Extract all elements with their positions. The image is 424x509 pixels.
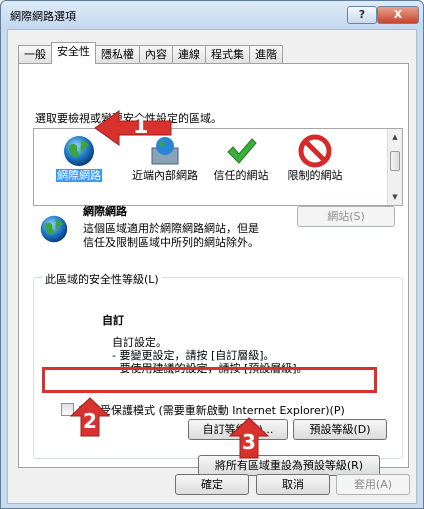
tab-security[interactable]: 安全性 — [51, 42, 96, 64]
sites-button[interactable]: 網站(S) — [297, 206, 395, 227]
annotation-number-3: 3 — [242, 430, 256, 454]
annotation-arrow-2: 2 — [70, 397, 110, 437]
protected-mode-label[interactable]: 啟用受保護模式 (需要重新啟動 Internet Explorer)(P) — [78, 402, 345, 418]
title-bar: 網際網路選項 ? X — [1, 1, 423, 29]
tab-advanced[interactable]: 進階 — [249, 45, 283, 64]
highlight-box — [42, 367, 377, 393]
tab-connections[interactable]: 連線 — [172, 45, 206, 64]
zone-list-scrollbar[interactable]: ▲ ▼ — [387, 129, 402, 205]
annotation-number-2: 2 — [83, 409, 97, 433]
default-level-button[interactable]: 預設等級(D) — [293, 419, 387, 440]
ok-button[interactable]: 確定 — [175, 474, 249, 495]
zone-title: 網際網路 — [83, 205, 127, 218]
tab-general[interactable]: 一般 — [18, 45, 52, 64]
tab-strip: 一般 安全性 隱私權 內容 連線 程式集 進階 — [18, 42, 283, 64]
zone-globe-icon — [40, 215, 68, 243]
zone-description-line2: 信任及限制區域中所列的網站除外。 — [83, 236, 259, 249]
internet-options-dialog: 網際網路選項 ? X 一般 安全性 隱私權 內容 連線 程式集 進階 選取要檢視… — [0, 0, 424, 509]
close-button[interactable]: X — [377, 6, 419, 24]
tab-programs[interactable]: 程式集 — [205, 45, 250, 64]
checkmark-icon — [227, 138, 257, 164]
dialog-body: 一般 安全性 隱私權 內容 連線 程式集 進階 選取要檢視或變更安全性設定的區域… — [7, 29, 417, 504]
zone-label: 網際網路 — [56, 169, 102, 182]
window-title: 網際網路選項 — [10, 10, 76, 23]
annotation-arrow-1: 1 — [93, 109, 173, 147]
annotation-arrow-3: 3 — [229, 417, 269, 459]
zone-restricted[interactable]: 限制的網站 — [276, 133, 354, 203]
security-level-label: 此區域的安全性等級(L) — [42, 271, 162, 287]
cancel-button[interactable]: 取消 — [256, 474, 330, 495]
globe-icon — [64, 136, 94, 166]
zone-trusted[interactable]: 信任的網站 — [202, 133, 280, 203]
help-button[interactable]: ? — [347, 6, 377, 24]
restricted-icon — [298, 134, 332, 168]
scroll-up-arrow-icon[interactable]: ▲ — [388, 130, 402, 144]
zone-label: 近端內部網路 — [132, 169, 198, 182]
tab-privacy[interactable]: 隱私權 — [95, 45, 140, 64]
tab-content[interactable]: 內容 — [139, 45, 173, 64]
zone-label: 信任的網站 — [213, 169, 269, 182]
annotation-number-1: 1 — [133, 114, 149, 139]
reset-all-zones-button[interactable]: 將所有區域重設為預設等級(R) — [198, 455, 380, 476]
scroll-down-arrow-icon[interactable]: ▼ — [388, 190, 402, 204]
zone-list: 網際網路 近端內部網路 信任的網站 限制的網站 ▲ ▼ — [33, 128, 403, 206]
zone-label: 限制的網站 — [287, 169, 343, 182]
security-level-title: 自訂 — [102, 314, 124, 327]
scroll-thumb[interactable] — [390, 151, 400, 171]
apply-button[interactable]: 套用(A) — [336, 474, 410, 495]
